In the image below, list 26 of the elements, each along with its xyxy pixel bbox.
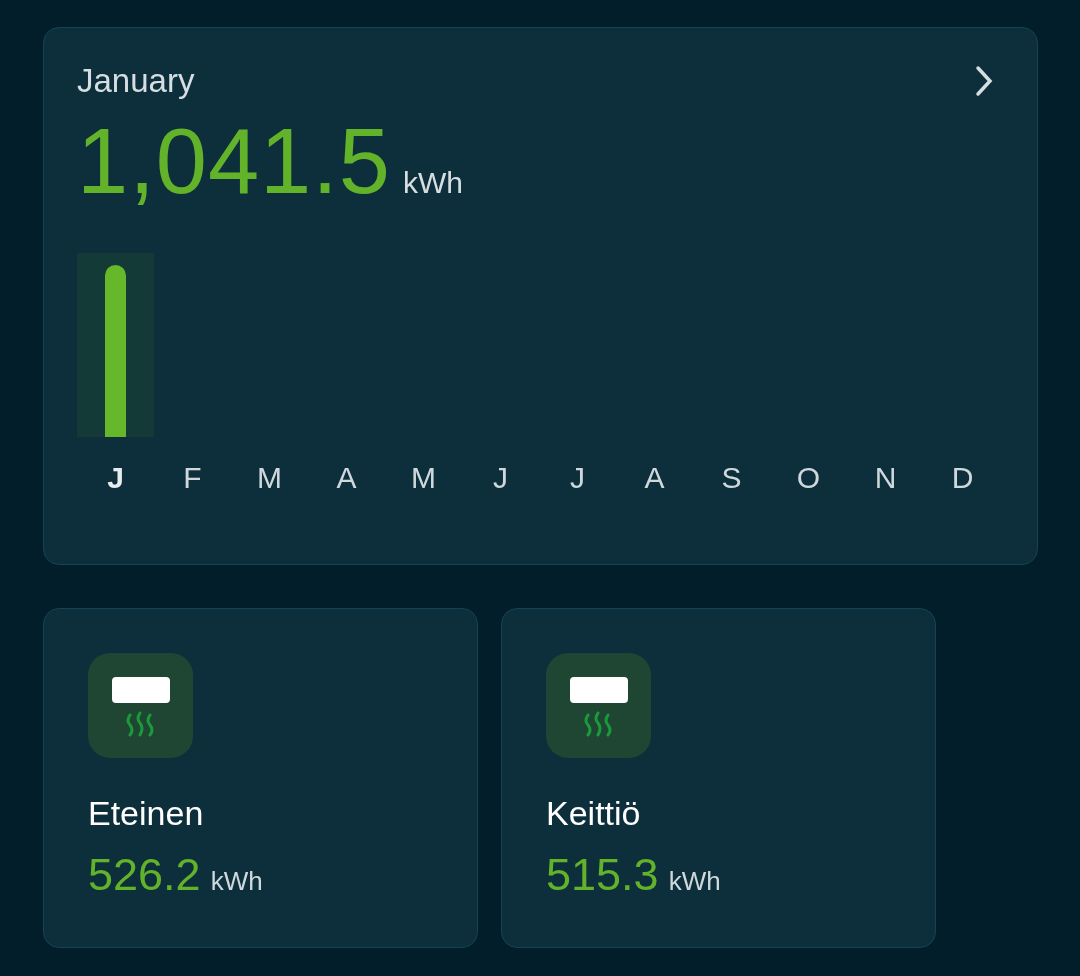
month-label[interactable]: J [570,463,585,493]
device-card[interactable]: Eteinen 526.2 kWh [43,608,478,948]
device-energy-value: 526.2 [88,852,201,897]
month-label[interactable]: J [493,463,508,493]
unit-label: kWh [210,865,263,898]
month-label[interactable]: A [644,463,665,493]
total-value: 1,041.5 [77,115,391,207]
heater-icon [546,653,651,758]
month-label[interactable]: M [411,463,436,493]
month-label[interactable]: F [183,463,202,493]
chevron-right-icon[interactable] [974,64,994,97]
device-name: Eteinen [88,796,205,830]
heater-icon [88,653,193,758]
month-label[interactable]: D [951,463,974,493]
month-label[interactable]: A [336,463,357,493]
month-label[interactable]: O [796,463,821,493]
unit-label: kWh [668,865,721,898]
device-energy-value: 515.3 [546,852,659,897]
period-title: January [77,64,195,97]
device-name: Keittiö [546,796,642,830]
month-label[interactable]: S [721,463,742,493]
device-card[interactable]: Keittiö 515.3 kWh [501,608,936,948]
month-label[interactable]: N [874,463,897,493]
month-label[interactable]: M [257,463,282,493]
month-label[interactable]: J [107,463,124,493]
unit-label: kWh [402,165,463,201]
